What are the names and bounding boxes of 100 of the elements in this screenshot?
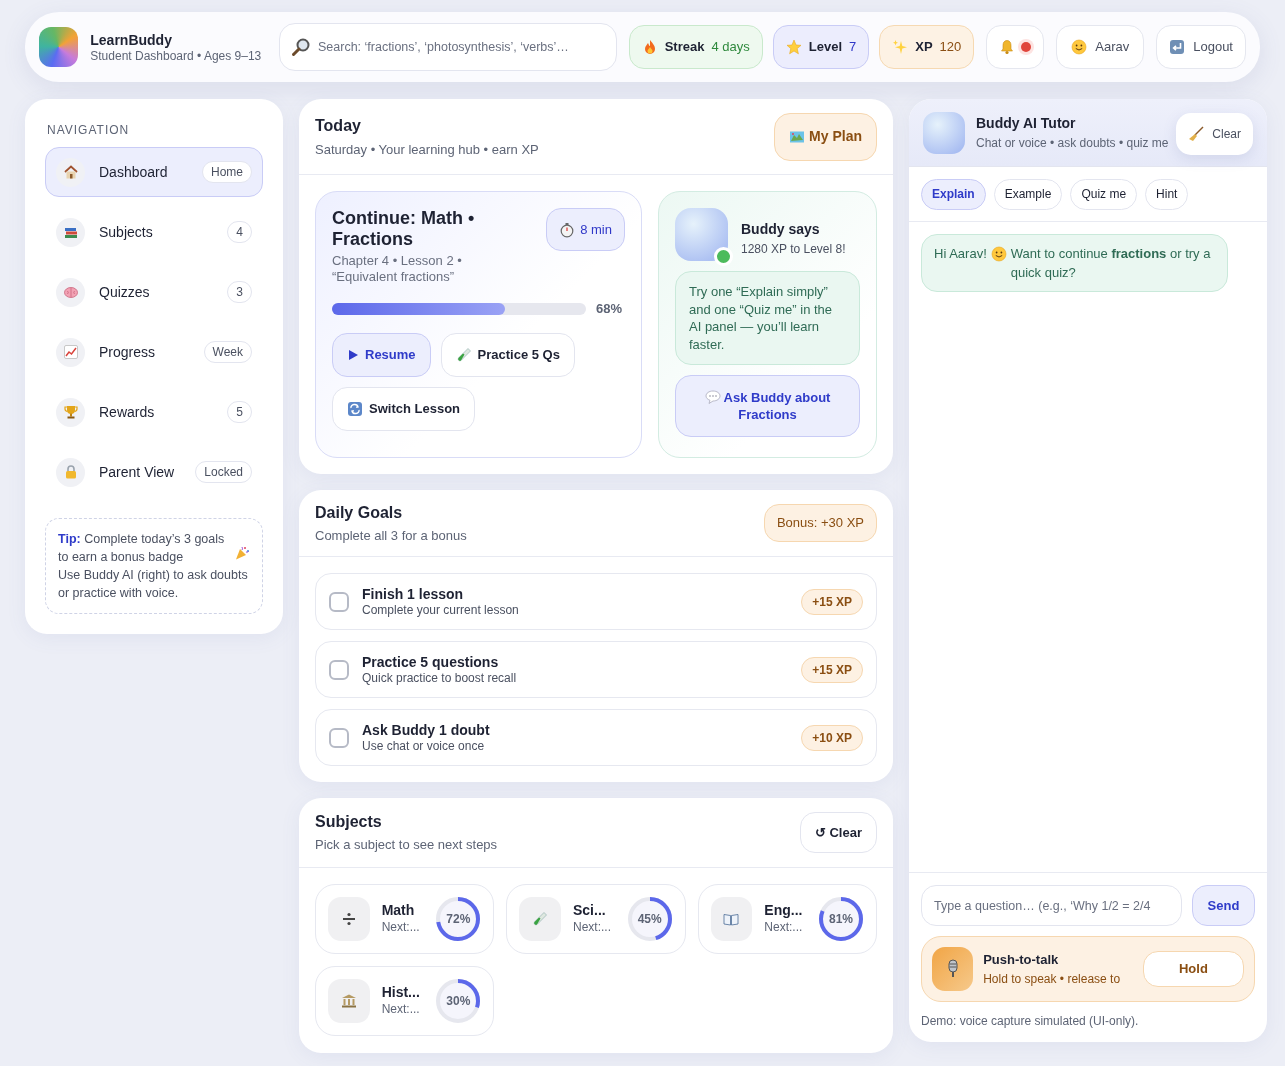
subject-name: Hist... [381, 984, 421, 1000]
nav-badge: Week [203, 341, 252, 363]
clear-button[interactable]: ↺ Clear [799, 812, 877, 853]
send-button[interactable]: Send [1192, 885, 1255, 926]
divide-icon [340, 911, 357, 927]
goal-row[interactable]: Practice 5 questions Quick practice to boost recall +15 XP [315, 641, 877, 698]
push-to-talk-title: Push-to-talk [983, 951, 1060, 970]
progress-ring [435, 896, 482, 942]
progress-ring [818, 896, 864, 942]
buddy-title: Buddy says [741, 220, 821, 239]
nav-item[interactable]: Progress Week [45, 327, 263, 377]
subject-card[interactable]: Eng... Next:... 81% [697, 884, 877, 954]
subject-name: Eng... [764, 902, 804, 918]
panel-subtitle: Complete all 3 for a bonus [315, 526, 467, 545]
subject-name: Math [381, 902, 416, 918]
profile-button[interactable]: Aarav [1056, 25, 1145, 69]
question-field[interactable]: Type a question… (e.g., ‘Why 1/2 = 2/4 [921, 885, 1182, 926]
nav-item[interactable]: Dashboard Home [45, 147, 263, 197]
logout-button[interactable]: Logout [1156, 25, 1246, 69]
subject-name: Sci... [573, 902, 607, 918]
panel-subtitle: Saturday • Your learning hub • earn XP [315, 140, 539, 159]
goal-subtitle: Quick practice to boost recall [362, 670, 518, 686]
mode-tab[interactable]: Explain [921, 178, 986, 210]
xp-badge: +15 XP [801, 588, 863, 615]
subject-next: Next:... [381, 919, 421, 936]
house-icon [62, 164, 79, 180]
xp-badge: +10 XP [801, 724, 863, 751]
subject-percent: 72% [446, 912, 471, 926]
action-button[interactable]: Practice 5 Qs [440, 332, 575, 377]
action-button[interactable]: Resume [332, 332, 431, 377]
subject-percent: 45% [637, 912, 662, 926]
nav-badge: Locked [195, 461, 252, 483]
notifications-button[interactable] [986, 25, 1045, 69]
demo-note: Demo: voice capture simulated (UI-only). [921, 1013, 1140, 1030]
message-text: Hi Aarav! [934, 245, 987, 263]
broom-icon [1188, 126, 1205, 142]
search-field[interactable]: Search: ‘fractions’, ‘photosynthesis’, ‘verbs’… [279, 23, 617, 71]
open-book-icon [723, 911, 740, 927]
stopwatch-icon [559, 221, 576, 238]
buddy-tip: Try one “Explain simply” and one “Quiz me” in the AI panel — you’ll learn faster. [675, 271, 860, 365]
search-icon [291, 37, 311, 57]
pillared-building-icon [340, 993, 357, 1009]
app-subtitle: Student Dashboard • Ages 9–13 [90, 48, 263, 64]
test-tube-icon [532, 911, 549, 927]
ask-buddy-button[interactable]: Ask Buddy about Fractions [675, 375, 860, 437]
sparkle-icon [892, 39, 909, 55]
nav-badge: 4 [227, 221, 252, 243]
mode-tab[interactable]: Example [993, 178, 1063, 210]
goal-title: Finish 1 lesson [362, 585, 465, 603]
panel-title: Daily Goals [315, 502, 404, 523]
xp-badge: +15 XP [801, 656, 863, 683]
mode-tab[interactable]: Hint [1145, 178, 1189, 210]
chart-icon [62, 344, 79, 360]
tip-text: Use Buddy AI (right) to ask doubts or practice with voice. [58, 567, 249, 602]
nav-item[interactable]: Subjects 4 [45, 207, 263, 257]
clear-chat-button[interactable]: Clear [1176, 113, 1253, 155]
test-tube-icon [455, 346, 472, 363]
goal-title: Practice 5 questions [362, 653, 500, 671]
panel-title: Subjects [315, 812, 383, 833]
smiley-icon [990, 246, 1007, 262]
goal-checkbox[interactable] [329, 727, 349, 748]
message-text: Want to continue fractions or try a quick quiz? [1010, 245, 1212, 282]
lesson-details: Chapter 4 • Lesson 2 • “Equivalent fractions” [332, 253, 463, 285]
subject-next: Next:... [573, 919, 612, 936]
nav-item[interactable]: Quizzes 3 [45, 267, 263, 317]
tip-text: Tip: Complete today’s 3 goals to earn a bonus badge [58, 531, 226, 566]
progress-ring [626, 896, 673, 942]
tutor-avatar [923, 111, 965, 154]
hold-button[interactable]: Hold [1142, 951, 1244, 987]
goal-row[interactable]: Ask Buddy 1 doubt Use chat or voice once +10 XP [315, 709, 877, 766]
goal-checkbox[interactable] [329, 591, 349, 612]
my-plan-button[interactable]: My Plan [774, 112, 877, 161]
nav-item[interactable]: Rewards 5 [45, 387, 263, 437]
nav-badge: 3 [227, 281, 252, 303]
subject-card[interactable]: Hist... Next:... 30% [315, 966, 495, 1036]
goal-checkbox[interactable] [329, 659, 349, 680]
stat-value: 7 [849, 38, 857, 57]
nav-item[interactable]: Parent View Locked [45, 447, 263, 497]
subject-card[interactable]: Sci... Next:... 45% [506, 884, 686, 954]
tutor-title: Buddy AI Tutor [976, 114, 1077, 133]
push-to-talk-subtitle: Hold to speak • release to [983, 970, 1122, 988]
section-heading: NAVIGATION [47, 122, 131, 139]
smiley-icon [1071, 39, 1088, 55]
trophy-icon [62, 404, 79, 420]
star-icon [785, 39, 802, 55]
buddy-subtitle: 1280 XP to Level 8! [741, 241, 846, 258]
panel-title: Today [315, 115, 362, 136]
mode-tab[interactable]: Quiz me [1070, 178, 1138, 210]
subject-card[interactable]: Math Next:... 72% [315, 884, 495, 954]
subject-percent: 30% [446, 994, 471, 1008]
goal-row[interactable]: Finish 1 lesson Complete your current lesson +15 XP [315, 573, 877, 630]
stat-label: XP [915, 38, 933, 57]
action-button[interactable]: Switch Lesson [332, 386, 476, 431]
subject-next: Next:... [381, 1001, 421, 1018]
nav-badge: Home [202, 161, 252, 183]
goal-subtitle: Complete your current lesson [362, 602, 520, 618]
bell-icon [999, 39, 1016, 55]
stat-label: Streak [664, 38, 705, 57]
bonus-badge: Bonus: +30 XP [763, 504, 877, 542]
app-name: LearnBuddy [90, 30, 173, 49]
